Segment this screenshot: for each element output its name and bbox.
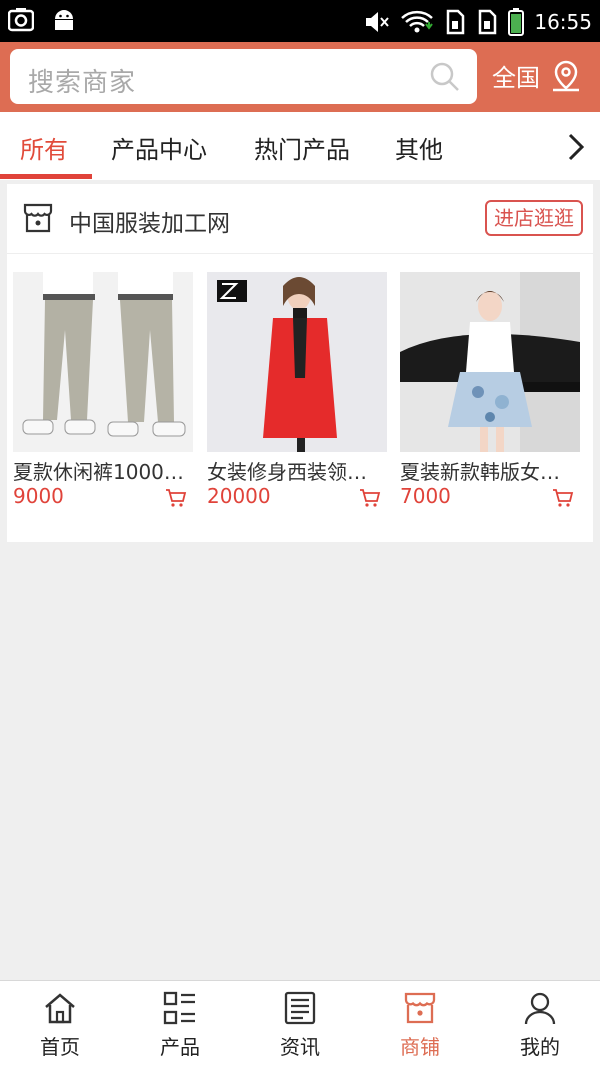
volume-mute-icon	[366, 12, 390, 32]
product-image[interactable]	[13, 272, 193, 452]
store-icon	[404, 992, 436, 1024]
nav-stores[interactable]: 商铺	[360, 991, 480, 1060]
product-price: 7000	[400, 484, 451, 508]
status-time: 16:55	[534, 10, 592, 34]
active-tab-indicator	[0, 174, 92, 179]
product-card[interactable]: 夏款休闲裤1000… 9000	[13, 272, 193, 508]
product-title: 夏装新款韩版女…	[400, 460, 560, 484]
nav-mine[interactable]: 我的	[480, 991, 600, 1060]
product-card[interactable]: 女装修身西装领… 20000	[207, 272, 387, 508]
nav-mine-label: 我的	[520, 1035, 560, 1059]
status-bar: 16:55	[0, 0, 600, 42]
store-header: 中国服装加工网 进店逛逛	[7, 184, 593, 254]
nav-news[interactable]: 资讯	[240, 991, 360, 1060]
enter-store-button[interactable]: 进店逛逛	[485, 200, 583, 236]
store-name: 中国服装加工网	[69, 211, 230, 237]
chevron-right-icon[interactable]	[564, 132, 588, 162]
location-pin-icon	[553, 60, 579, 91]
region-label: 全国	[492, 64, 540, 92]
category-tabs: 所有 产品中心 热门产品 其他	[0, 112, 600, 180]
sim2-icon	[479, 9, 497, 35]
product-card[interactable]: 夏装新款韩版女… 7000	[400, 272, 580, 508]
tab-hot-products[interactable]: 热门产品	[254, 130, 350, 165]
screenshot-icon	[8, 8, 34, 32]
battery-icon	[508, 8, 525, 36]
cart-icon[interactable]	[359, 488, 381, 508]
sim1-icon	[447, 9, 465, 35]
product-image[interactable]	[400, 272, 580, 452]
product-price: 20000	[207, 484, 271, 508]
search-placeholder: 搜索商家	[28, 68, 137, 98]
product-price: 9000	[13, 484, 64, 508]
nav-stores-label: 商铺	[400, 1035, 440, 1059]
region-selector[interactable]: 全国	[492, 58, 582, 93]
product-title: 女装修身西装领…	[207, 460, 367, 484]
store-icon	[23, 203, 53, 233]
tab-other[interactable]: 其他	[395, 130, 443, 165]
product-image[interactable]	[207, 272, 387, 452]
android-icon	[55, 10, 73, 30]
nav-home-label: 首页	[40, 1035, 80, 1059]
product-title: 夏款休闲裤1000…	[13, 460, 184, 484]
tab-all[interactable]: 所有	[20, 130, 68, 165]
cart-icon[interactable]	[552, 488, 574, 508]
wifi-icon	[401, 10, 434, 33]
search-input[interactable]: 搜索商家	[10, 49, 477, 104]
store-card: 中国服装加工网 进店逛逛 夏款休闲裤1000… 9000 女装修身西装领… 20…	[7, 184, 593, 542]
nav-products-label: 产品	[160, 1035, 200, 1059]
search-icon[interactable]	[429, 61, 461, 93]
product-list-icon	[163, 991, 195, 1025]
nav-news-label: 资讯	[280, 1035, 320, 1059]
top-header: 搜索商家 全国	[0, 42, 600, 112]
cart-icon[interactable]	[165, 488, 187, 508]
user-icon	[524, 992, 556, 1025]
nav-products[interactable]: 产品	[120, 991, 240, 1060]
tab-product-center[interactable]: 产品中心	[111, 130, 207, 165]
home-icon	[45, 993, 75, 1024]
news-icon	[284, 991, 316, 1025]
nav-home[interactable]: 首页	[0, 991, 120, 1060]
bottom-nav: 首页 产品 资讯 商铺 我的	[0, 980, 600, 1067]
